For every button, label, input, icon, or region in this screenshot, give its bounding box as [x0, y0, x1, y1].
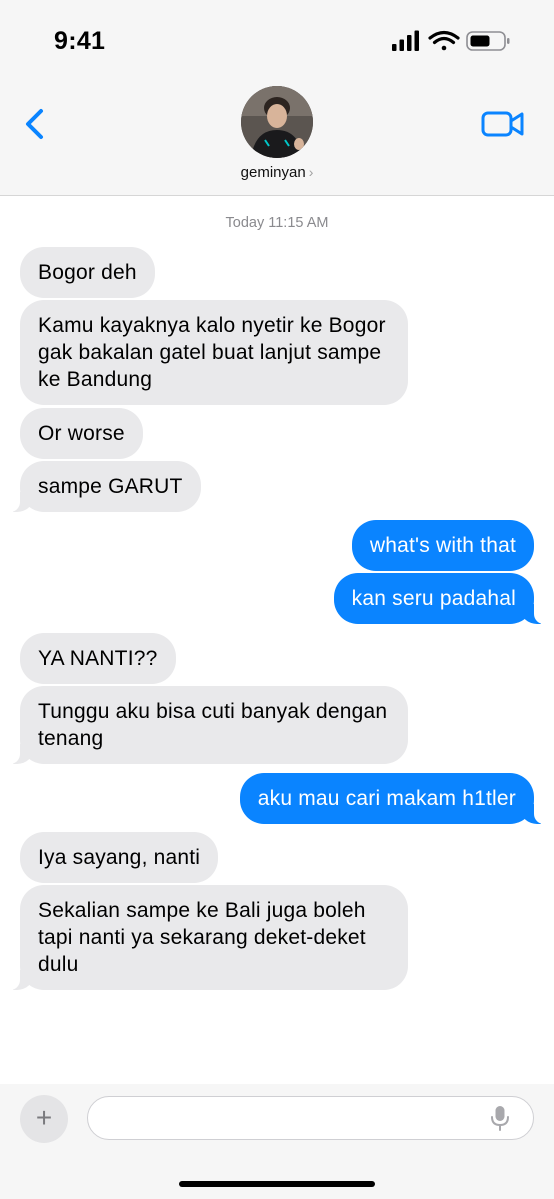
video-camera-icon	[481, 111, 524, 137]
message-bubble-incoming[interactable]: Iya sayang, nanti	[20, 832, 219, 883]
message-bubble-incoming[interactable]: Kamu kayaknya kalo nyetir ke Bogor gak b…	[20, 300, 408, 405]
contact-name-label: geminyan	[240, 164, 306, 181]
message-bubble-incoming[interactable]: Tunggu aku bisa cuti banyak dengan tenan…	[10, 686, 408, 764]
message-bubble-incoming[interactable]: sampe GARUT	[10, 461, 201, 512]
message-bubble-incoming[interactable]: Bogor deh	[20, 247, 155, 298]
thread-timestamp: Today 11:15 AM	[225, 215, 329, 231]
video-call-button[interactable]	[480, 108, 526, 140]
battery-icon	[466, 31, 510, 51]
message-input[interactable]	[87, 1096, 534, 1140]
message-bubble-incoming[interactable]: Sekalian sampe ke Bali juga boleh tapi n…	[10, 885, 408, 990]
home-indicator[interactable]	[179, 1181, 375, 1187]
status-bar-icons	[392, 30, 510, 51]
add-attachment-button[interactable]: +	[20, 1095, 68, 1143]
wifi-icon	[428, 30, 460, 51]
back-button[interactable]	[20, 106, 50, 142]
contact-name[interactable]: geminyan ›	[0, 164, 554, 181]
cellular-signal-icon	[392, 30, 419, 51]
status-time: 9:41	[54, 27, 106, 55]
message-bubble-outgoing[interactable]: kan seru padahal	[333, 573, 545, 624]
message-bubble-incoming[interactable]: YA NANTI??	[20, 633, 176, 684]
contact-avatar[interactable]	[241, 86, 313, 158]
microphone-icon[interactable]	[490, 1104, 510, 1132]
message-bubble-outgoing[interactable]: aku mau cari makam h1tler	[239, 773, 545, 824]
conversation-header: 9:41 geminyan ›	[0, 0, 554, 196]
chevron-left-icon	[26, 109, 43, 139]
chevron-right-icon: ›	[308, 164, 314, 180]
message-bubble-incoming[interactable]: Or worse	[20, 408, 143, 459]
plus-icon: +	[35, 1102, 53, 1133]
message-bubble-outgoing[interactable]: what's with that	[351, 520, 534, 571]
avatar-photo	[241, 86, 313, 158]
